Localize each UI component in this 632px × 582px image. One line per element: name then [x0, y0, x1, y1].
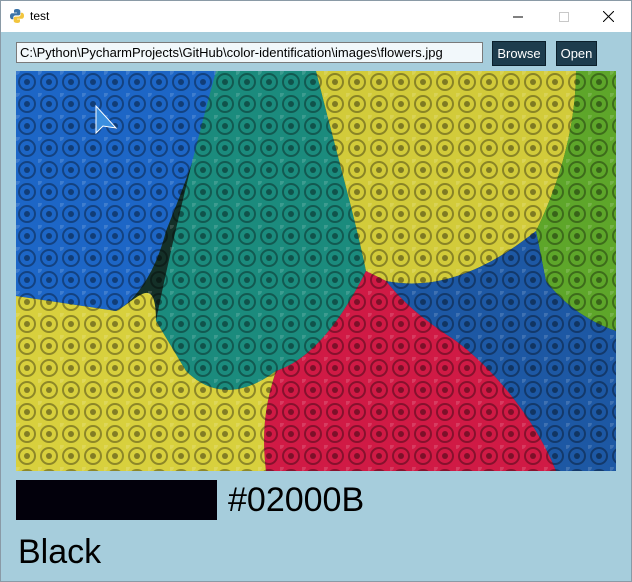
close-icon	[602, 11, 614, 22]
hex-code-label: #02000B	[228, 481, 365, 519]
maximize-button[interactable]	[541, 1, 587, 32]
flowers-image[interactable]	[16, 71, 616, 471]
flowers-photo	[16, 71, 616, 471]
browse-button[interactable]: Browse	[492, 41, 546, 66]
minimize-button[interactable]	[495, 1, 541, 32]
image-path-input[interactable]	[16, 42, 483, 63]
color-swatch	[16, 480, 217, 520]
color-name-label: Black	[18, 533, 102, 571]
maximize-icon	[559, 11, 569, 22]
python-icon	[10, 9, 24, 23]
app-window: test Browse Open	[0, 0, 632, 582]
window-title: test	[30, 9, 50, 23]
open-button[interactable]: Open	[556, 41, 597, 66]
title-bar[interactable]: test	[1, 1, 631, 32]
close-button[interactable]	[585, 1, 631, 32]
minimize-icon	[513, 16, 523, 17]
